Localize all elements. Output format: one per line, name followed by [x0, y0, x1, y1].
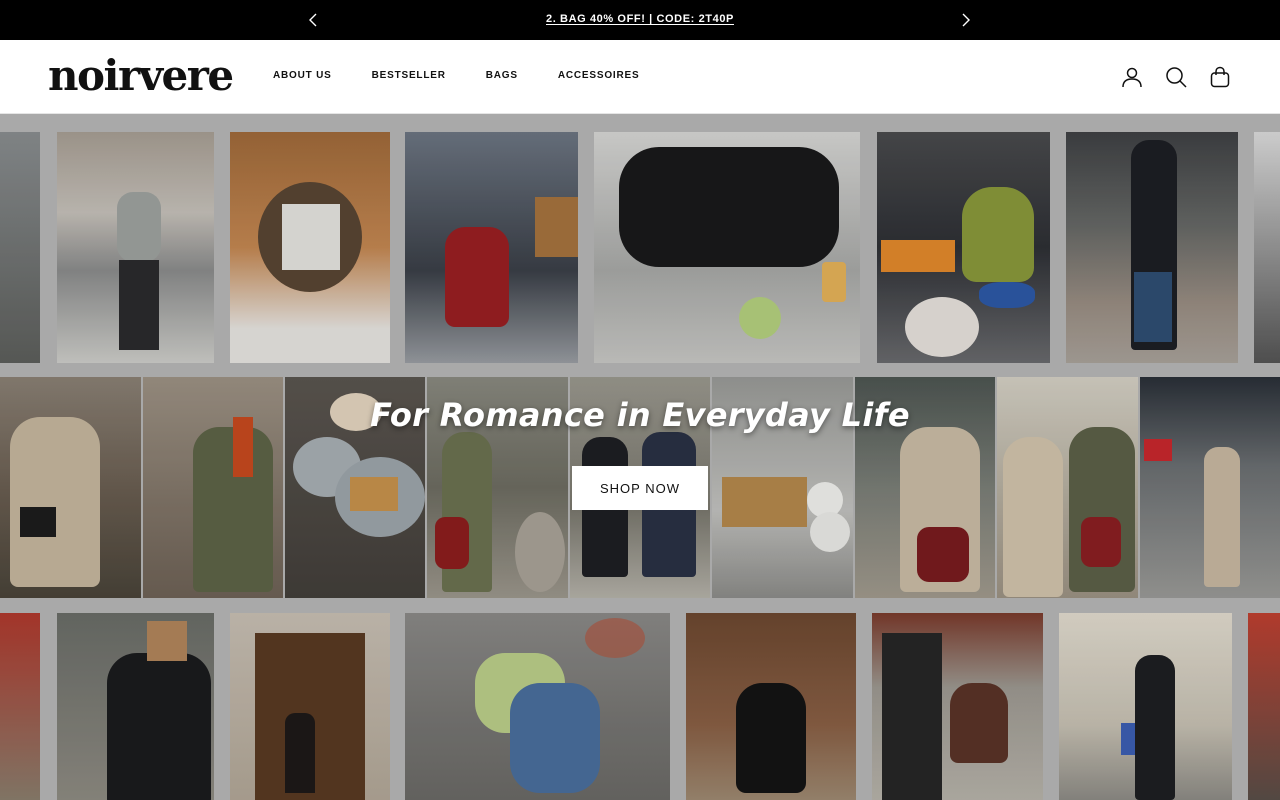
collage-photo: [57, 613, 214, 800]
header-icons: [1120, 64, 1232, 90]
collage-photo: [230, 613, 390, 800]
search-icon[interactable]: [1164, 64, 1188, 90]
collage-photo: [405, 613, 670, 800]
collage-photo: [594, 132, 860, 363]
cart-icon[interactable]: [1208, 64, 1232, 90]
announcement-message[interactable]: 2. BAG 40% OFF! | CODE: 2T40P: [0, 13, 1280, 25]
logo[interactable]: noirvere: [48, 52, 234, 100]
collage-photo: [230, 132, 390, 363]
collage-photo: [0, 132, 40, 363]
nav-bags[interactable]: BAGS: [486, 70, 518, 81]
collage-photo: [1066, 132, 1238, 363]
announcement-bar: 2. BAG 40% OFF! | CODE: 2T40P: [0, 0, 1280, 40]
nav-bestseller[interactable]: BESTSELLER: [372, 70, 446, 81]
hero-title: For Romance in Everyday Life: [370, 396, 910, 434]
collage-photo: [1059, 613, 1232, 800]
shop-now-button[interactable]: SHOP NOW: [572, 466, 708, 510]
collage-photo: [1248, 613, 1280, 800]
collage-photo: [686, 613, 856, 800]
collage-photo: [405, 132, 578, 363]
chevron-right-icon[interactable]: [956, 10, 976, 30]
collage-photo: [877, 132, 1050, 363]
collage-photo: [872, 613, 1043, 800]
collage-photo: [0, 613, 40, 800]
site-header: noirvere ABOUT US BESTSELLER BAGS ACCESS…: [0, 40, 1280, 114]
nav-about-us[interactable]: ABOUT US: [273, 70, 332, 81]
main-nav: ABOUT US BESTSELLER BAGS ACCESSOIRES: [273, 70, 639, 81]
collage-photo: [57, 132, 214, 363]
account-icon[interactable]: [1120, 64, 1144, 90]
hero-banner[interactable]: For Romance in Everyday Life SHOP NOW: [0, 114, 1280, 800]
nav-accessoires[interactable]: ACCESSOIRES: [558, 70, 640, 81]
collage-photo: [1254, 132, 1280, 363]
